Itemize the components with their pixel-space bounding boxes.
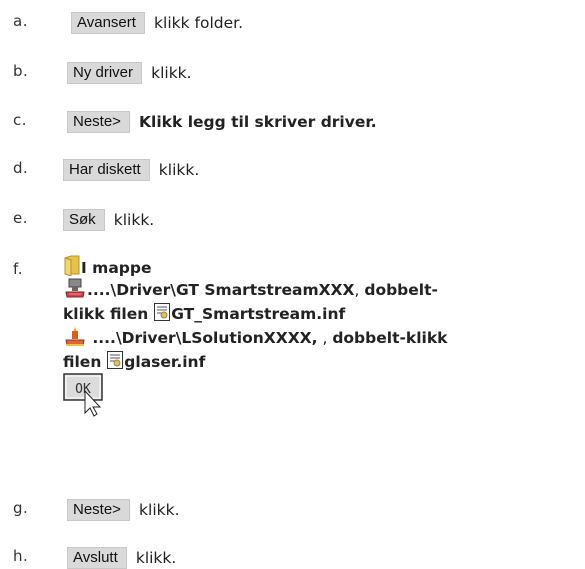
instruction-list: a. Avansert klikk folder. b. Ny driver k…	[0, 0, 585, 569]
path2-text: ....\Driver\LSolutionXXXX,	[87, 329, 318, 347]
path2-line: ....\Driver\LSolutionXXXX, , dobbelt-kli…	[63, 326, 447, 352]
path1-line: ....\Driver\GT SmartstreamXXX, dobbelt-	[63, 278, 438, 304]
ok-button-cursor-icon: OK	[63, 373, 109, 417]
file2-name: glaser.inf	[124, 353, 206, 371]
step-text: klikk.	[139, 501, 180, 519]
step-marker: f.	[13, 260, 23, 278]
step-marker: e.	[13, 209, 28, 227]
step-text: klikk.	[113, 211, 155, 229]
step-text: klikk.	[135, 549, 177, 567]
avslutt-button[interactable]: Avslutt	[67, 547, 127, 569]
ny-driver-button[interactable]: Ny driver	[67, 62, 143, 84]
step-marker: b.	[13, 62, 29, 80]
step-marker: a.	[13, 12, 28, 30]
step-marker: h.	[13, 547, 29, 565]
printer-driver-alt-icon	[63, 326, 87, 352]
sok-button[interactable]: Søk	[63, 209, 105, 231]
path2-separator: ,	[322, 329, 328, 347]
step-text: klikk folder.	[154, 14, 243, 32]
path1-action: dobbelt-	[364, 281, 438, 299]
printer-driver-icon	[63, 278, 87, 304]
neste-button[interactable]: Neste>	[67, 111, 130, 133]
folder-label: I mappe	[81, 259, 152, 277]
step-text: Klikk legg til skriver driver.	[139, 113, 377, 131]
path1-separator: ,	[354, 281, 360, 299]
har-diskett-button[interactable]: Har diskett	[63, 159, 150, 181]
step-marker: g.	[13, 499, 29, 517]
path2-action-continued: filen	[63, 353, 102, 371]
step-marker: c.	[13, 111, 28, 129]
path2-action: dobbelt-klikk	[332, 329, 448, 347]
file1-name: GT_Smartstream.inf	[171, 305, 346, 323]
path1-text: ....\Driver\GT SmartstreamXXX	[87, 281, 355, 299]
step-text: klikk.	[151, 64, 192, 82]
file1-line: klikk filen GT_Smartstream.inf	[63, 302, 345, 328]
inf-file-icon	[153, 302, 171, 328]
step-marker: d.	[13, 159, 29, 177]
step-text: klikk.	[158, 161, 200, 179]
path1-action-continued: klikk filen	[63, 305, 149, 323]
avansert-button[interactable]: Avansert	[71, 12, 145, 34]
neste-button[interactable]: Neste>	[67, 499, 130, 521]
